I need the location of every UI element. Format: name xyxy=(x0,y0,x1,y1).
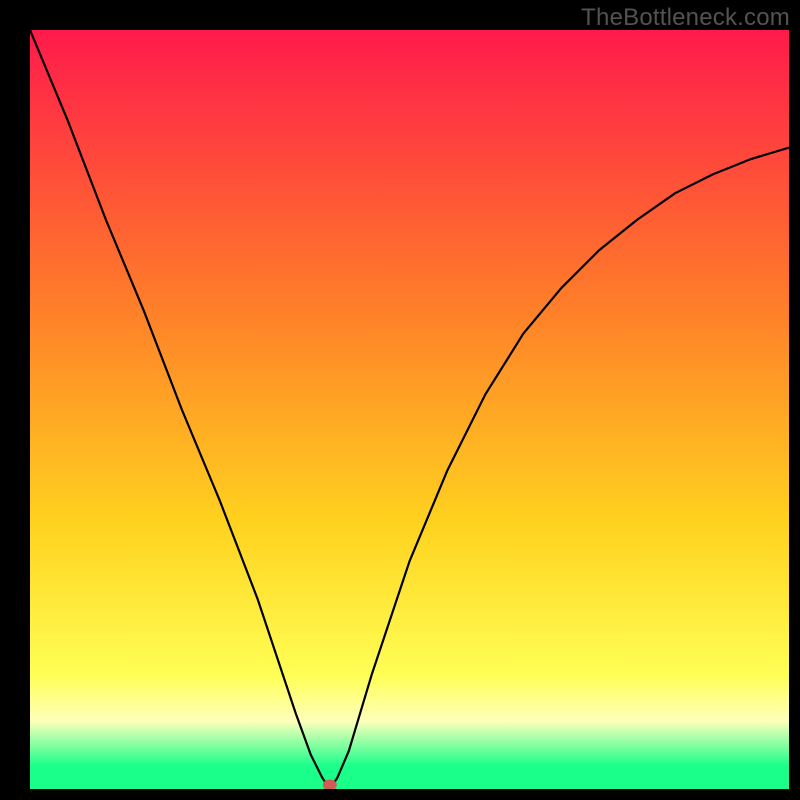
chart-frame: TheBottleneck.com xyxy=(0,0,800,800)
gradient-background xyxy=(30,30,789,789)
watermark-text: TheBottleneck.com xyxy=(581,4,790,32)
chart-svg xyxy=(30,30,789,789)
plot-area xyxy=(30,30,789,789)
